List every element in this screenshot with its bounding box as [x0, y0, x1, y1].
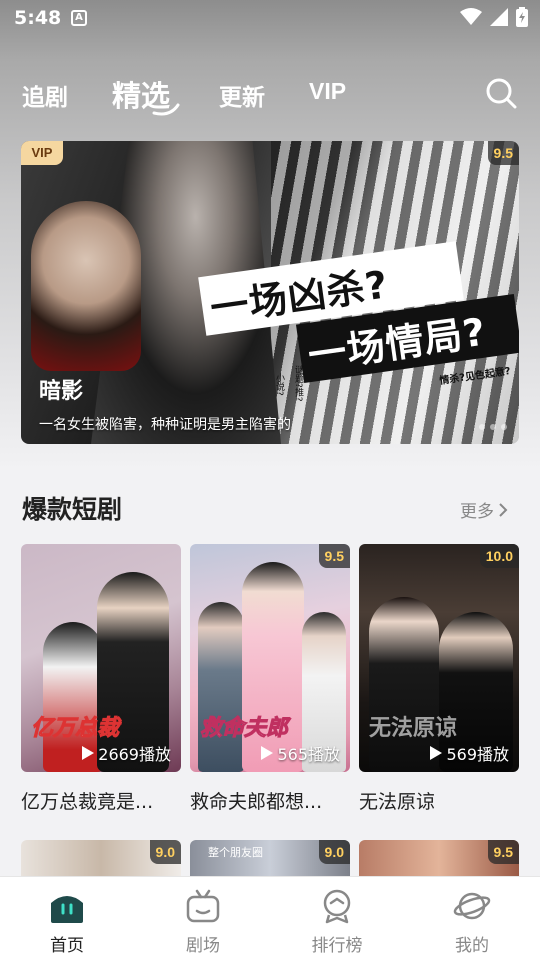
- drama-title: 救命夫郎都想...: [190, 791, 323, 813]
- more-button[interactable]: 更多: [460, 497, 508, 522]
- search-icon[interactable]: [484, 76, 518, 110]
- tab-update[interactable]: 更新: [219, 78, 265, 112]
- poster-title-art: 救命夫郎: [199, 716, 289, 742]
- drama-title: 无法原谅: [359, 791, 436, 813]
- wifi-icon: [460, 8, 482, 25]
- score-badge: 9.0: [149, 840, 181, 864]
- score-badge: 10.0: [479, 544, 519, 568]
- status-icons: [460, 7, 528, 27]
- drama-card[interactable]: 无法原谅 10.0 569播放 无法原谅: [359, 544, 519, 814]
- nav-home[interactable]: 首页: [22, 887, 112, 956]
- more-label: 更多: [460, 502, 494, 522]
- drama-card[interactable]: 亿万总裁 2669播放 亿万总裁竟是...: [21, 544, 181, 814]
- battery-icon: [516, 7, 528, 27]
- banner-side-text-1: 小说?: [274, 373, 284, 396]
- vip-badge: VIP: [21, 141, 63, 165]
- chevron-right-icon: [499, 502, 508, 517]
- poster-title-art: 亿万总裁: [30, 716, 120, 742]
- nav-rank-label: 排行榜: [311, 936, 363, 956]
- score-badge: 9.0: [318, 840, 350, 864]
- play-icon: [82, 746, 95, 760]
- nav-theater-label: 剧场: [186, 936, 220, 956]
- score-badge: 9.5: [318, 544, 350, 568]
- banner-title: 暗影: [39, 379, 84, 404]
- status-bar: 5:48 A: [0, 0, 540, 38]
- planet-icon: [453, 892, 491, 920]
- banner-description: 一名女生被陷害，种种证明是男主陷害的: [39, 417, 291, 433]
- poster-title-art: 无法原谅: [369, 716, 458, 741]
- nav-theater[interactable]: 剧场: [158, 887, 248, 956]
- play-count-label: 569播放: [446, 745, 509, 764]
- drama-poster: 救命夫郎 9.5 565播放: [190, 544, 350, 772]
- nav-mine[interactable]: 我的: [427, 887, 517, 956]
- banner-score-badge: 9.5: [487, 141, 519, 165]
- tab-featured[interactable]: 精选: [112, 73, 180, 116]
- bottom-nav: 首页 剧场 排行榜 我的: [0, 876, 540, 960]
- banner-actor-female: [31, 201, 141, 371]
- nav-home-label: 首页: [50, 936, 84, 956]
- active-tab-indicator-icon: [152, 103, 180, 116]
- notification-icon: A: [71, 10, 87, 26]
- signal-icon: [490, 8, 508, 26]
- play-count-label: 2669播放: [98, 745, 171, 764]
- featured-banner[interactable]: 一场凶杀? 一场情局? 情杀?见色起意? 小说? 谜题?推? 暗影 一名女生被陷…: [21, 141, 519, 444]
- drama-card-peek[interactable]: 9.0: [21, 840, 181, 880]
- drama-card-peek[interactable]: 整个朋友圈 9.0: [190, 840, 350, 880]
- home-icon: [51, 896, 83, 923]
- section-title: 爆款短剧: [22, 495, 123, 524]
- nav-rank[interactable]: 排行榜: [292, 887, 382, 956]
- play-count: 565播放: [260, 741, 340, 765]
- drama-poster: 亿万总裁 2669播放: [21, 544, 181, 772]
- play-count-label: 565播放: [277, 745, 340, 764]
- carousel-indicator: [479, 424, 507, 430]
- status-time: 5:48: [14, 7, 62, 29]
- drama-card-peek[interactable]: 9.5: [359, 840, 519, 880]
- drama-card[interactable]: 救命夫郎 9.5 565播放 救命夫郎都想...: [190, 544, 350, 814]
- poster-figure: [198, 602, 244, 772]
- nav-mine-label: 我的: [455, 936, 489, 956]
- drama-title: 亿万总裁竟是...: [21, 791, 154, 813]
- rank-icon: [323, 889, 351, 924]
- play-count: 2669播放: [81, 741, 171, 765]
- top-tab-bar: 追剧 精选 更新 VIP: [0, 70, 540, 118]
- play-icon: [261, 746, 274, 760]
- play-count: 569播放: [429, 741, 509, 765]
- banner-side-text-2: 谜题?推?: [293, 365, 303, 402]
- score-badge: 9.5: [487, 840, 519, 864]
- tv-icon: [186, 889, 220, 923]
- tab-vip[interactable]: VIP: [309, 78, 346, 105]
- play-icon: [430, 746, 443, 760]
- tab-follow[interactable]: 追剧: [22, 78, 68, 112]
- poster-title-art: 整个朋友圈: [208, 846, 263, 859]
- drama-poster: 无法原谅 10.0 569播放: [359, 544, 519, 772]
